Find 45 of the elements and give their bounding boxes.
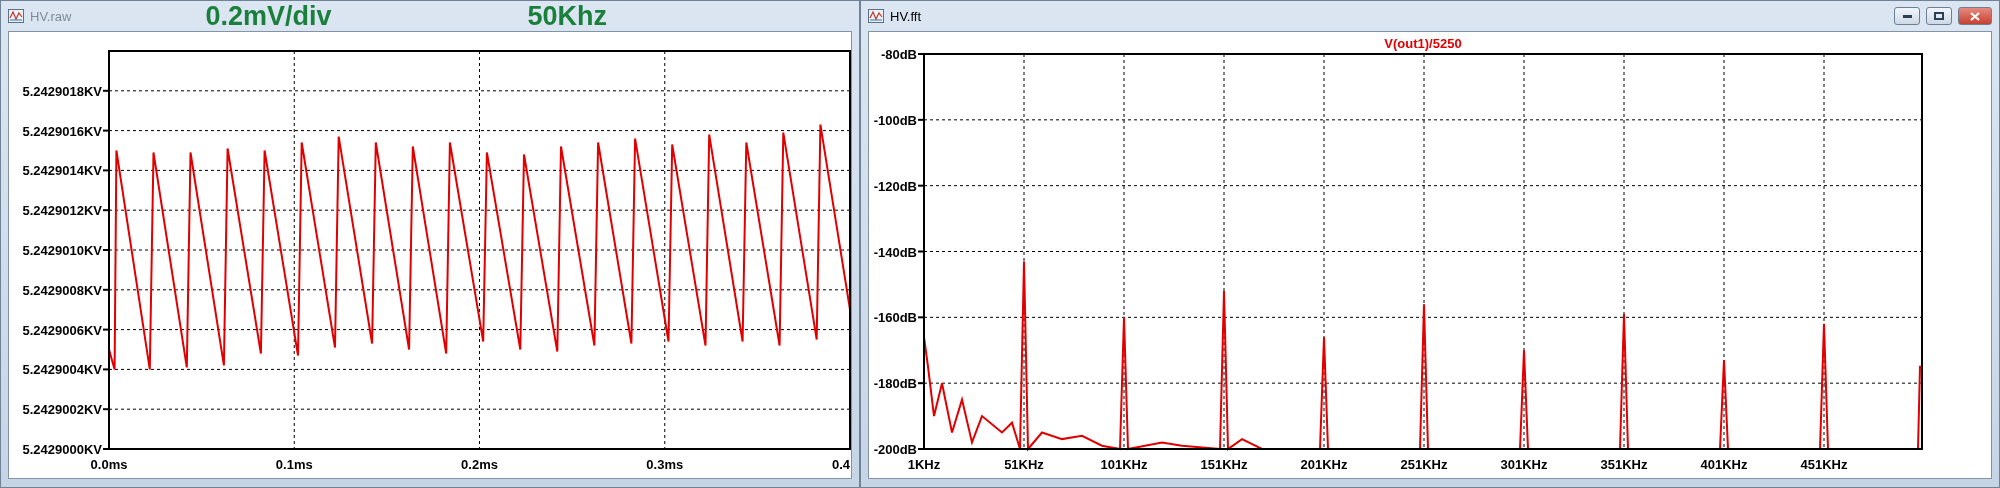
restore-button[interactable] [1926,7,1952,25]
annotation-text: 50Khz [527,0,608,32]
minimize-icon [1902,14,1912,18]
axis-label: -200dB [873,442,917,457]
axis-label: 251KHz [1400,457,1448,472]
chart-title: V(out1)/5250 [1384,36,1462,51]
axis-label: 5.2429018KV [22,83,102,99]
axis-label: 101KHz [1100,457,1148,472]
axis-label: 5.2429014KV [22,163,102,179]
axis-label: 451KHz [1800,457,1848,472]
axis-label: 0.0ms [90,457,128,472]
axis-label: 301KHz [1500,457,1548,472]
axis-label: 201KHz [1300,457,1348,472]
axis-label: -120dB [873,178,917,194]
axis-label: 0.3ms [646,457,684,472]
axis-label: 5.2429000KV [22,442,102,457]
axis-label: 151KHz [1200,457,1248,472]
axis-label: -100dB [873,112,917,128]
axis-label: 0.1ms [275,457,313,472]
axis-label: 5.2429012KV [22,203,102,219]
axis-label: -180dB [873,376,917,392]
close-button[interactable] [1958,7,1992,25]
axis-label: 1KHz [907,457,941,472]
waveform-app-icon [868,9,884,23]
axis-label: 51KHz [1004,457,1044,472]
window-title: HV.fft [890,8,922,24]
close-icon [1970,11,1980,21]
minimize-button[interactable] [1894,7,1920,25]
waveform-app-icon [8,9,24,23]
axis-label: -140dB [873,244,917,260]
annotation-text: 0.2mV/div [205,0,332,32]
axis-label: 401KHz [1700,457,1748,472]
axis-label: -80dB [880,47,917,62]
axis-label: 0.4 [831,457,850,472]
axis-label: 351KHz [1600,457,1648,472]
restore-icon [1934,12,1944,20]
axis-label: 5.2429016KV [22,123,102,139]
axis-label: 5.2429008KV [22,282,102,298]
window-title: HV.raw [30,8,72,24]
axis-label: 5.2429006KV [22,322,102,338]
axis-label: 5.2429002KV [22,402,102,418]
axis-label: -160dB [873,310,917,326]
axis-label: 5.2429010KV [22,243,102,258]
axis-label: 0.2ms [461,457,498,472]
axis-label: 5.2429004KV [22,362,102,378]
